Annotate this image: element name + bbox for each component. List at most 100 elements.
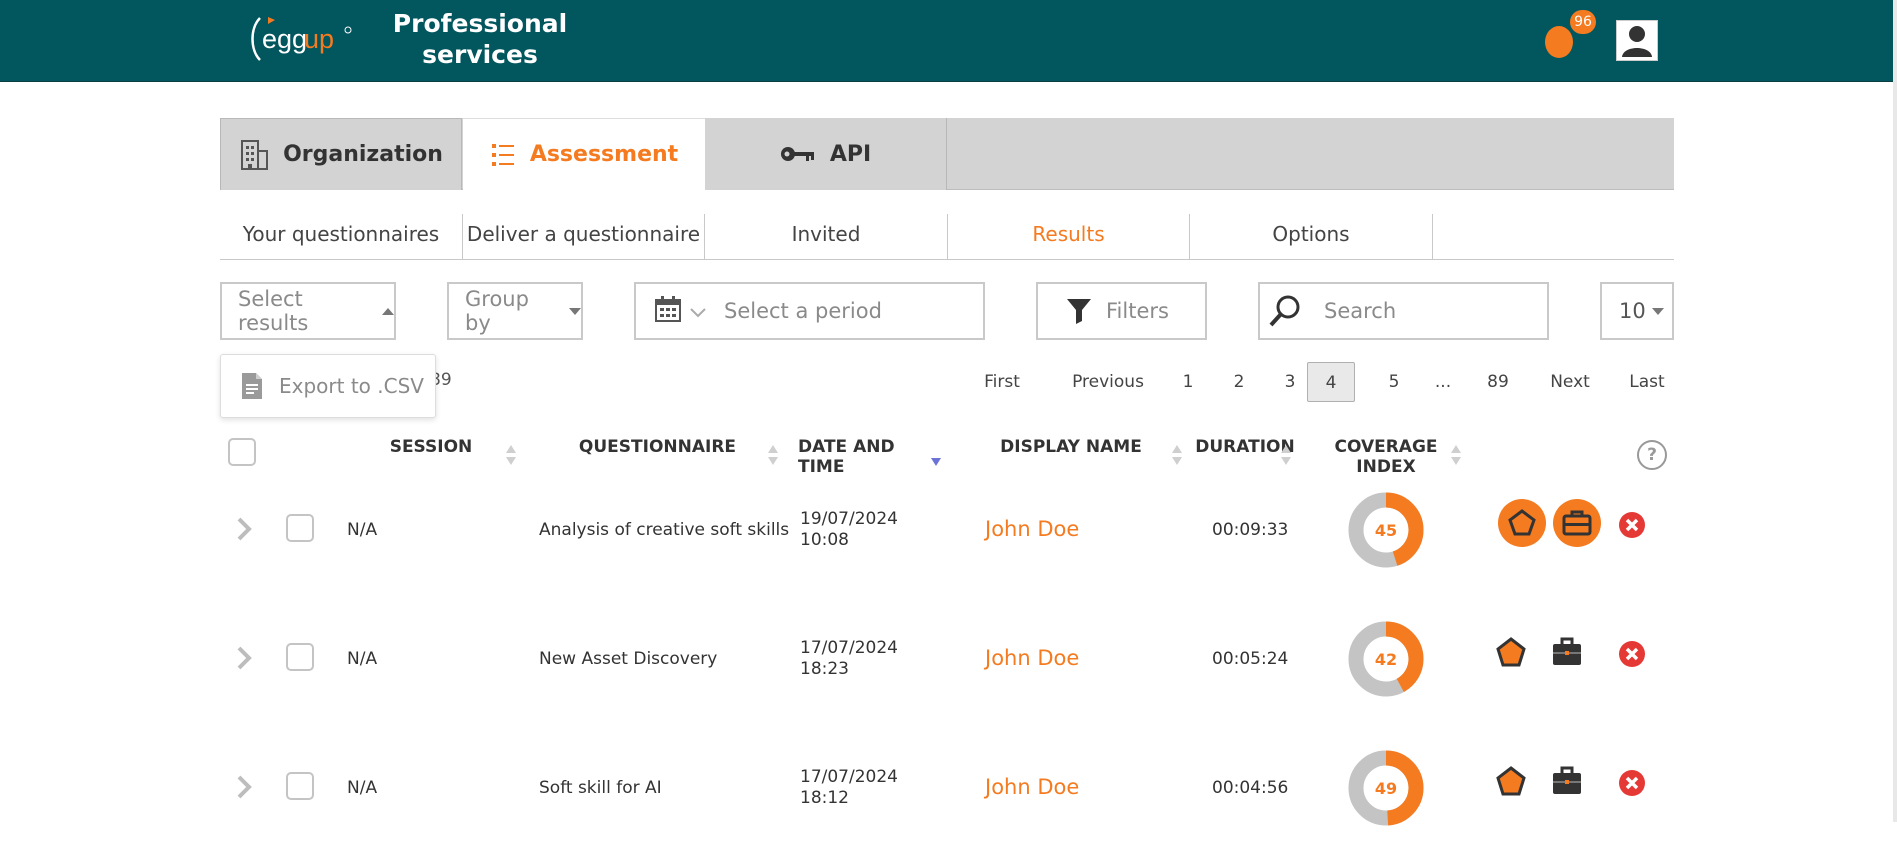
list-icon	[490, 141, 516, 169]
display-name-link[interactable]: John Doe	[985, 646, 1079, 670]
session-cell: N/A	[347, 649, 378, 669]
tab-organization-label: Organization	[283, 142, 443, 167]
group-by-label: Group by	[465, 287, 529, 335]
sort-icon[interactable]	[1280, 444, 1292, 466]
app-title: Professional services	[390, 8, 570, 70]
row-checkbox[interactable]	[286, 514, 314, 542]
coverage-value: 49	[1375, 779, 1397, 798]
subtab-options[interactable]: Options	[1190, 214, 1433, 259]
page-next[interactable]: Next	[1540, 362, 1600, 402]
tab-assessment[interactable]: Assessment	[463, 118, 705, 190]
subtab-results[interactable]: Results	[948, 214, 1190, 259]
duration-cell: 00:09:33	[1212, 520, 1289, 540]
page-3[interactable]: 3	[1272, 362, 1308, 402]
pentagon-report-icon[interactable]	[1496, 637, 1526, 671]
sort-icon[interactable]	[1450, 444, 1462, 466]
pentagon-report-icon[interactable]	[1496, 766, 1526, 800]
table-row[interactable]: N/A Analysis of creative soft skills 19/07…	[220, 470, 1674, 590]
questionnaire-cell: Analysis of creative soft skills	[539, 520, 790, 540]
period-placeholder: Select a period	[724, 299, 882, 323]
sub-tabs: Your questionnaires Deliver a questionna…	[220, 214, 1674, 260]
tab-api[interactable]: API	[705, 118, 947, 190]
search-input[interactable]: Search	[1258, 282, 1549, 340]
expand-chevron-icon[interactable]	[236, 645, 252, 675]
tab-assessment-label: Assessment	[529, 142, 679, 167]
search-placeholder: Search	[1324, 299, 1397, 323]
coverage-donut: 45	[1348, 492, 1424, 568]
page-89[interactable]: 89	[1476, 362, 1520, 402]
eggup-logo[interactable]: egg up	[248, 8, 358, 70]
display-name-link[interactable]: John Doe	[985, 775, 1079, 799]
coverage-value: 45	[1375, 521, 1397, 540]
csv-file-icon	[241, 372, 263, 400]
page-previous[interactable]: Previous	[1058, 362, 1158, 402]
pagination: First Previous 1 2 3 4 5 ... 89 Next Las…	[970, 362, 1674, 402]
coverage-value: 42	[1375, 650, 1397, 669]
notification-badge[interactable]: 96	[1570, 10, 1596, 34]
duration-cell: 00:04:56	[1212, 778, 1289, 798]
chevron-down-icon	[1651, 307, 1664, 315]
briefcase-report-icon[interactable]	[1551, 766, 1583, 800]
sort-icon[interactable]	[505, 444, 517, 466]
search-icon	[1268, 294, 1302, 328]
row-checkbox[interactable]	[286, 772, 314, 800]
delete-icon[interactable]	[1618, 640, 1646, 672]
display-name-link[interactable]: John Doe	[985, 517, 1079, 541]
col-questionnaire[interactable]: QUESTIONNAIRE	[570, 437, 745, 457]
page-2[interactable]: 2	[1221, 362, 1257, 402]
sort-icon[interactable]	[767, 444, 779, 466]
briefcase-report-icon[interactable]	[1551, 637, 1583, 671]
expand-chevron-icon[interactable]	[236, 516, 252, 546]
chevron-up-icon	[382, 307, 394, 315]
page-5[interactable]: 5	[1376, 362, 1412, 402]
filters-button[interactable]: Filters	[1036, 282, 1207, 340]
table-row[interactable]: N/A New Asset Discovery 17/07/2024 18:23 Joh…	[220, 599, 1674, 719]
briefcase-report-icon[interactable]	[1553, 499, 1601, 551]
delete-icon[interactable]	[1618, 511, 1646, 543]
export-csv-option[interactable]: Export to .CSV	[279, 374, 424, 398]
pentagon-report-icon[interactable]	[1498, 499, 1546, 551]
tab-organization[interactable]: Organization	[220, 118, 462, 190]
questionnaire-cell: New Asset Discovery	[539, 649, 718, 669]
subtab-your-questionnaires[interactable]: Your questionnaires	[220, 214, 463, 259]
help-icon[interactable]: ?	[1637, 440, 1667, 470]
sort-desc-icon[interactable]	[930, 455, 942, 467]
top-header: egg up Professional services 96	[0, 0, 1897, 82]
group-by-dropdown[interactable]: Group by	[447, 282, 583, 340]
egg-credits-icon[interactable]	[1544, 21, 1574, 63]
table-row[interactable]: N/A Soft skill for AI 17/07/2024 18:12 John …	[220, 728, 1674, 848]
filters-label: Filters	[1106, 299, 1169, 323]
page-1[interactable]: 1	[1170, 362, 1206, 402]
select-results-dropdown[interactable]: Select results	[220, 282, 396, 340]
page-size-select[interactable]: 10	[1600, 282, 1674, 340]
col-session[interactable]: SESSION	[382, 437, 480, 457]
chevron-down-icon	[569, 307, 581, 315]
subtab-deliver-questionnaire[interactable]: Deliver a questionnaire	[463, 214, 705, 259]
chevron-down-icon	[690, 299, 706, 323]
date-text: 19/07/2024	[800, 509, 898, 529]
duration-cell: 00:05:24	[1212, 649, 1289, 669]
sort-icon[interactable]	[1171, 444, 1183, 466]
svg-text:up: up	[304, 24, 334, 54]
key-icon	[780, 144, 816, 164]
page-last[interactable]: Last	[1620, 362, 1674, 402]
delete-icon[interactable]	[1618, 769, 1646, 801]
select-all-checkbox[interactable]	[228, 438, 256, 466]
row-checkbox[interactable]	[286, 643, 314, 671]
subtab-invited[interactable]: Invited	[705, 214, 948, 259]
user-avatar-icon[interactable]	[1616, 20, 1658, 61]
time-text: 18:23	[800, 659, 849, 679]
period-picker[interactable]: Select a period	[634, 282, 985, 340]
page-4-current[interactable]: 4	[1307, 362, 1355, 402]
session-cell: N/A	[347, 778, 378, 798]
expand-chevron-icon[interactable]	[236, 774, 252, 804]
questionnaire-cell: Soft skill for AI	[539, 778, 662, 798]
building-icon	[239, 139, 269, 171]
page-first[interactable]: First	[970, 362, 1034, 402]
select-results-menu: Export to .CSV	[220, 354, 436, 418]
app-title-line1: Professional	[392, 9, 568, 38]
date-text: 17/07/2024	[800, 638, 898, 658]
col-display-name[interactable]: DISPLAY NAME	[995, 437, 1147, 457]
coverage-donut: 49	[1348, 750, 1424, 826]
calendar-icon	[654, 295, 682, 328]
